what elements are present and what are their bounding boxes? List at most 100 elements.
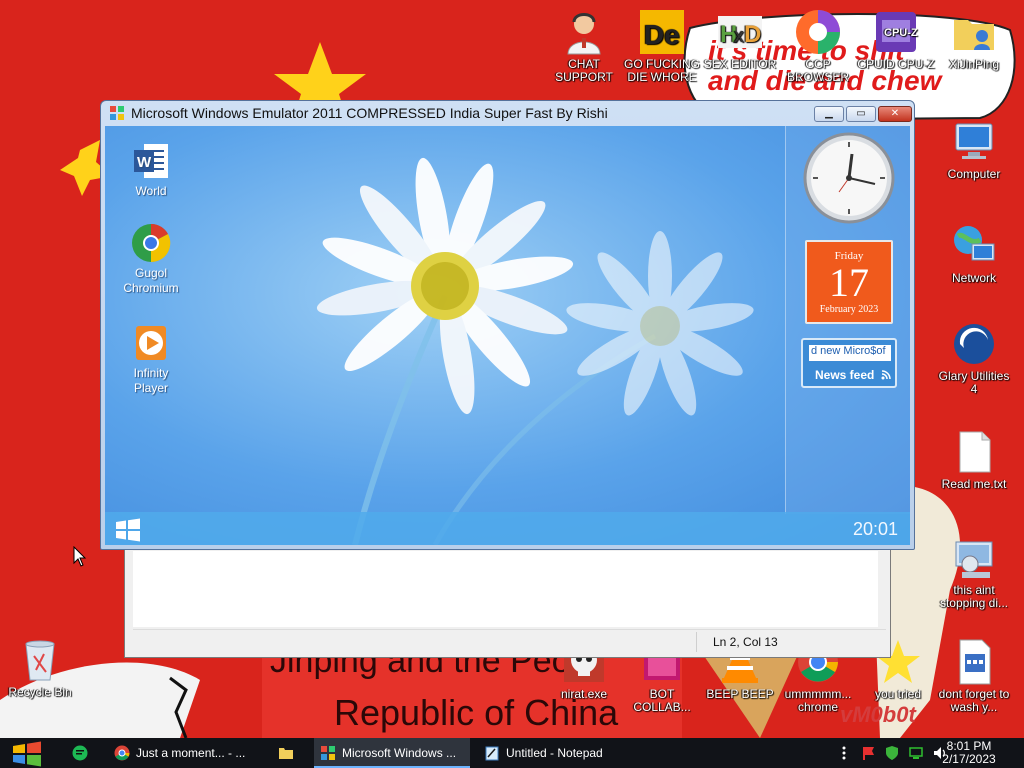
emulator-icon-label: Gugol Chromium xyxy=(123,266,179,295)
desktop-icon-label: Read me.txt xyxy=(941,477,1007,491)
chromium-icon xyxy=(132,223,171,263)
desktop-icon-label: CCP BROWSER xyxy=(786,57,849,84)
clock-gadget[interactable] xyxy=(803,132,895,224)
emulator-icon-label: World xyxy=(135,184,167,198)
support-agent-icon xyxy=(567,13,601,55)
computer-icon xyxy=(955,123,993,159)
svg-text:D: D xyxy=(744,21,761,48)
desktop-icon-hex-editor[interactable]: H xD SEX EDITOR xyxy=(700,8,780,71)
desktop-icon-label: CPUID CPU-Z xyxy=(857,57,935,71)
taskbar-item-emulator[interactable]: Microsoft Windows ... xyxy=(314,738,470,768)
taskbar-item-chrome[interactable]: Just a moment... - ... xyxy=(108,738,264,768)
text-file-icon xyxy=(959,431,991,473)
desktop-icon-read-me[interactable]: Read me.txt xyxy=(934,428,1014,491)
more-options-icon[interactable] xyxy=(836,745,852,761)
emulator-icon-gugol-chromium[interactable]: Gugol Chromium xyxy=(121,222,181,296)
emulator-title-bar[interactable]: Microsoft Windows Emulator 2011 COMPRESS… xyxy=(109,105,608,121)
desktop-icon-label: dont forget to wash y... xyxy=(938,687,1010,714)
notepad-text-area[interactable] xyxy=(133,551,878,627)
desktop-icon-label: Network xyxy=(951,271,996,285)
desktop-icon-label: BOT COLLAB... xyxy=(633,687,691,714)
desktop-icon-label: this aint stopping di... xyxy=(939,583,1009,610)
desktop-icon-label: Recycle Bin xyxy=(8,685,72,699)
calendar-date: 17 xyxy=(829,260,869,305)
notepad-window[interactable]: Ln 2, Col 13 xyxy=(124,540,891,658)
close-button[interactable]: ✕ xyxy=(878,106,912,122)
emulator-start-button[interactable] xyxy=(115,518,141,542)
desktop-icon-chat-support[interactable]: CHAT SUPPORT xyxy=(544,8,624,84)
desktop-icon-computer[interactable]: Computer xyxy=(934,118,1014,181)
emulator-icon-label: Infinity Player xyxy=(133,366,169,395)
desktop-icon-label: Glary Utilities 4 xyxy=(938,369,1010,396)
cpu-z-icon: CPU-Z xyxy=(876,12,918,52)
desktop-icon-label: Computer xyxy=(947,167,1001,181)
emulator-icon-infinity-player[interactable]: Infinity Player xyxy=(121,322,181,396)
mouse-cursor-icon xyxy=(73,546,87,567)
notepad-icon xyxy=(485,746,499,761)
file-explorer-icon xyxy=(279,748,293,759)
desktop-icon-label: BEEP BEEP xyxy=(706,687,774,701)
recycle-bin-icon xyxy=(25,640,55,681)
glary-icon xyxy=(954,324,994,364)
action-center-flag-icon[interactable] xyxy=(860,745,876,761)
window-title: Microsoft Windows Emulator 2011 COMPRESS… xyxy=(131,105,608,121)
emulator-icon-world[interactable]: W World xyxy=(121,140,181,199)
desktop-icon-dont-forget[interactable]: dont forget to wash y... xyxy=(934,638,1014,714)
word-icon: W xyxy=(134,144,168,178)
calendar-file-icon xyxy=(959,639,991,685)
status-divider xyxy=(696,632,697,652)
cursor-position: Ln 2, Col 13 xyxy=(713,635,778,649)
desktop-icon-network[interactable]: Network xyxy=(934,222,1014,285)
desktop-icon-recycle-bin[interactable]: Recycle Bin xyxy=(0,636,80,699)
windows-app-icon xyxy=(110,106,124,120)
system-tray xyxy=(836,738,948,768)
network-icon xyxy=(954,226,995,261)
installer-icon xyxy=(955,541,993,578)
browser-icon xyxy=(796,10,840,54)
desktop-icon-de-app[interactable]: De GO FUCKING DIE WHORE xyxy=(622,8,702,84)
desktop-icon-label: you tried xyxy=(874,687,922,701)
emulator-taskbar: 20:01 xyxy=(105,512,910,545)
de-app-icon: De xyxy=(640,10,684,54)
desktop-icon-glary[interactable]: Glary Utilities 4 xyxy=(934,320,1014,396)
maximize-button[interactable]: ▭ xyxy=(846,106,876,122)
news-feed-gadget[interactable]: d new Micro$of News feed xyxy=(801,338,897,388)
desktop-icon-installer[interactable]: this aint stopping di... xyxy=(934,534,1014,610)
chrome-icon xyxy=(114,745,130,761)
desktop-icon-xijinping[interactable]: XiJinPing xyxy=(934,8,1014,71)
emulator-screen[interactable]: W World Gugol Chromium Infinity Player F… xyxy=(105,126,910,545)
shield-icon[interactable] xyxy=(884,745,900,761)
desktop-icon-label: XiJinPing xyxy=(948,57,1000,71)
news-ticker[interactable]: d new Micro$of xyxy=(809,345,891,361)
rss-icon xyxy=(881,370,891,380)
svg-text:De: De xyxy=(644,19,680,50)
windows-app-icon xyxy=(321,746,335,760)
start-button[interactable] xyxy=(10,738,44,768)
calendar-page: Friday 17 February 2023 xyxy=(805,240,893,324)
desktop-icon-ccp-browser[interactable]: CCP BROWSER xyxy=(778,8,858,84)
media-player-icon xyxy=(136,326,166,360)
minimize-button[interactable]: ▁ xyxy=(814,106,844,122)
taskbar-item-label: Untitled - Notepad xyxy=(506,746,603,760)
notepad-status-bar: Ln 2, Col 13 xyxy=(133,629,886,653)
taskbar-clock[interactable]: 8:01 PM 2/17/2023 xyxy=(934,740,1004,766)
emulator-window[interactable]: Microsoft Windows Emulator 2011 COMPRESS… xyxy=(100,100,915,550)
svg-text:W: W xyxy=(137,154,152,171)
taskbar-item-notepad[interactable]: Untitled - Notepad xyxy=(478,738,634,768)
taskbar-item-label: Microsoft Windows ... xyxy=(342,746,457,760)
desktop-icon-cpu-z[interactable]: CPU-Z CPUID CPU-Z xyxy=(856,8,936,71)
desktop-icon-label: CHAT SUPPORT xyxy=(555,57,613,84)
calendar-month: February 2023 xyxy=(819,304,879,315)
folder-user-icon xyxy=(954,20,994,50)
hxd-editor-icon: H xD xyxy=(718,16,762,48)
taskbar-item-label: Just a moment... - ... xyxy=(136,746,246,760)
desktop-icon-label: ummmmm... chrome xyxy=(784,687,852,714)
taskbar: Just a moment... - ... Microsoft Windows… xyxy=(0,738,1024,768)
network-status-icon[interactable] xyxy=(908,745,924,761)
taskbar-item-file-explorer[interactable] xyxy=(272,738,306,768)
calendar-gadget[interactable]: Friday 17 February 2023 xyxy=(805,236,893,326)
chat-app-icon[interactable] xyxy=(72,745,88,761)
svg-text:x: x xyxy=(734,25,744,47)
desktop-icon-label: nirat.exe xyxy=(560,687,608,701)
emulator-clock: 20:01 xyxy=(852,519,898,539)
